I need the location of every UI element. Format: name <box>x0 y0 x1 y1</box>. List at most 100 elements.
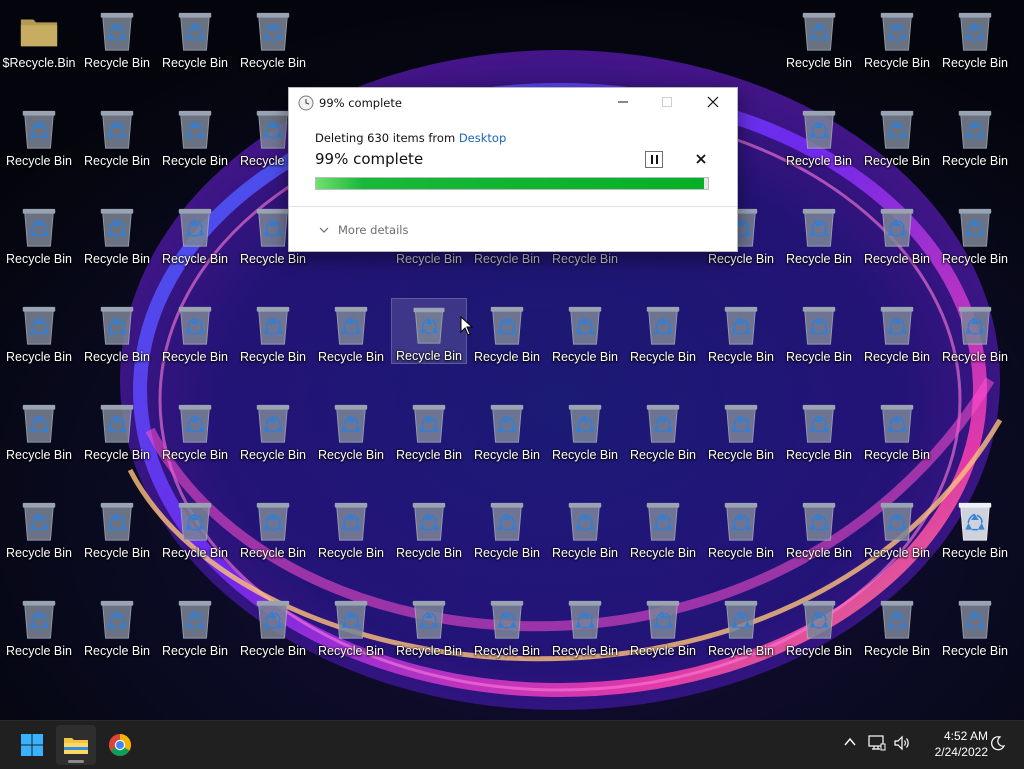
desktop-icon-recycle-bin[interactable]: Recycle Bin <box>1 200 77 266</box>
desktop-icon-recycle-bin[interactable]: Recycle Bin <box>1 396 77 462</box>
desktop-icon-recycle-bin[interactable]: Recycle Bin <box>937 494 1013 560</box>
chevron-up-icon[interactable] <box>843 735 857 749</box>
desktop-icon-recycle-bin[interactable]: Recycle Bin <box>937 592 1013 658</box>
desktop-icon-label: Recycle Bin <box>162 56 228 70</box>
more-details-toggle[interactable]: More details <box>319 223 408 237</box>
desktop-icon-recycle-bin[interactable]: Recycle Bin <box>859 298 935 364</box>
desktop-icon-recycle-bin[interactable]: Recycle Bin <box>625 592 701 658</box>
desktop-icon-recycle-bin[interactable]: Recycle Bin <box>235 592 311 658</box>
desktop-icon-recycle-bin[interactable]: Recycle Bin <box>391 298 467 364</box>
desktop-icon-recycle-bin[interactable]: Recycle Bin <box>313 396 389 462</box>
desktop-icon-recycle-bin[interactable]: Recycle Bin <box>235 298 311 364</box>
desktop-icon-recycle-bin[interactable]: Recycle Bin <box>1 298 77 364</box>
desktop-icon-recycle-bin[interactable]: Recycle Bin <box>781 494 857 560</box>
desktop-icon-recycle-bin[interactable]: Recycle Bin <box>313 298 389 364</box>
cancel-operation-button[interactable] <box>692 150 710 168</box>
desktop-icon-recycle-bin[interactable]: Recycle Bin <box>157 396 233 462</box>
desktop-icon-recycle-bin[interactable]: Recycle Bin <box>313 494 389 560</box>
desktop-icon-recycle-bin[interactable]: Recycle Bin <box>937 102 1013 168</box>
desktop-icon-recycle-bin[interactable]: Recycle Bin <box>547 298 623 364</box>
desktop-icon-recycle-bin[interactable]: Recycle Bin <box>625 396 701 462</box>
desktop-icon-recycle-bin[interactable]: Recycle Bin <box>547 592 623 658</box>
desktop-icon-recycle-bin[interactable]: Recycle Bin <box>79 592 155 658</box>
recycle-bin-icon <box>100 306 134 345</box>
recycle-bin-icon <box>178 502 212 541</box>
desktop-icon-recycle-bin[interactable]: Recycle Bin <box>157 102 233 168</box>
desktop-icon-recycle-bin[interactable]: Recycle Bin <box>1 592 77 658</box>
desktop-icon-label: Recycle Bin <box>396 252 462 266</box>
desktop-icon-recycle-bin[interactable]: Recycle Bin <box>235 494 311 560</box>
desktop-icon-recycle-bin[interactable]: Recycle Bin <box>79 200 155 266</box>
desktop-icon-recycle-bin[interactable]: Recycle Bin <box>781 4 857 70</box>
desktop-icon-recycle-bin[interactable]: Recycle Bin <box>79 102 155 168</box>
desktop-icon-label: Recycle Bin <box>708 546 774 560</box>
desktop-icon-recycle-bin[interactable]: Recycle Bin <box>781 396 857 462</box>
desktop-icon-recycle-bin[interactable]: Recycle Bin <box>547 396 623 462</box>
desktop-icon-recycle-bin[interactable]: Recycle Bin <box>703 494 779 560</box>
desktop-icon-recycle-bin[interactable]: Recycle Bin <box>937 298 1013 364</box>
desktop-icon-recycle-bin[interactable]: Recycle Bin <box>79 4 155 70</box>
desktop-icon-recycle-bin[interactable]: Recycle Bin <box>157 4 233 70</box>
maximize-button[interactable] <box>645 88 689 116</box>
desktop-icon-recycle-bin[interactable]: Recycle Bin <box>79 298 155 364</box>
network-icon[interactable] <box>868 735 886 751</box>
desktop-icon-recycle-bin[interactable]: Recycle Bin <box>235 4 311 70</box>
desktop-icon-recycle-bin[interactable]: Recycle Bin <box>781 102 857 168</box>
close-button[interactable] <box>691 88 735 116</box>
desktop-icon-recycle-bin[interactable]: Recycle Bin <box>313 592 389 658</box>
desktop-icon-recycle-bin[interactable]: Recycle Bin <box>157 298 233 364</box>
desktop-icon-recycle-bin[interactable]: Recycle Bin <box>391 592 467 658</box>
desktop-icon-recycle-bin[interactable]: Recycle Bin <box>235 396 311 462</box>
desktop-icon-recycle-bin[interactable]: Recycle Bin <box>703 298 779 364</box>
desktop-icon-label: Recycle Bin <box>84 56 150 70</box>
desktop-icon-recycle-bin[interactable]: Recycle Bin <box>781 592 857 658</box>
desktop-icon-recycle-bin[interactable]: Recycle Bin <box>859 494 935 560</box>
desktop-icon-recycle-bin[interactable]: Recycle Bin <box>859 102 935 168</box>
minimize-button[interactable] <box>601 88 645 116</box>
desktop-icon-recycle-bin[interactable]: Recycle Bin <box>1 494 77 560</box>
file-explorer-taskbar-button[interactable] <box>56 725 96 765</box>
desktop-icon-recycle-bin[interactable]: Recycle Bin <box>781 200 857 266</box>
desktop-icon-recycle-bin[interactable]: Recycle Bin <box>703 396 779 462</box>
desktop-icon-label: Recycle Bin <box>162 448 228 462</box>
desktop-icon-recycle-bin[interactable]: Recycle Bin <box>79 494 155 560</box>
recycle-bin-icon <box>334 306 368 345</box>
start-button[interactable] <box>12 725 52 765</box>
desktop-icon-recycle-bin[interactable]: Recycle Bin <box>79 396 155 462</box>
recycle-bin-icon <box>490 502 524 541</box>
desktop-icon-recycle-bin[interactable]: Recycle Bin <box>625 298 701 364</box>
desktop-icon-recycle-bin[interactable]: Recycle Bin <box>391 494 467 560</box>
desktop-icon-recycle-bin[interactable]: Recycle Bin <box>157 200 233 266</box>
desktop-icon-recycle-bin[interactable]: Recycle Bin <box>157 494 233 560</box>
desktop-icon-recycle-bin[interactable]: Recycle Bin <box>859 592 935 658</box>
desktop-icon-recycle-bin[interactable]: Recycle Bin <box>625 494 701 560</box>
desktop-icon-recycle-bin[interactable]: Recycle Bin <box>469 494 545 560</box>
system-clock[interactable]: 4:52 AM 2/24/2022 <box>918 728 988 760</box>
desktop-icon-recycle-bin[interactable]: Recycle Bin <box>937 200 1013 266</box>
desktop-icon-recycle-bin[interactable]: Recycle Bin <box>157 592 233 658</box>
chrome-taskbar-button[interactable] <box>100 725 140 765</box>
desktop-icon-recycle-bin[interactable]: Recycle Bin <box>703 592 779 658</box>
desktop-icon-recycle-bin[interactable]: Recycle Bin <box>469 298 545 364</box>
desktop-icon-recycle-bin[interactable]: Recycle Bin <box>469 592 545 658</box>
desktop-icon-label: Recycle Bin <box>84 546 150 560</box>
desktop-icon-recycle-bin[interactable]: Recycle Bin <box>859 396 935 462</box>
destination-link[interactable]: Desktop <box>459 131 506 145</box>
desktop-icon-recycle-bin[interactable]: Recycle Bin <box>859 200 935 266</box>
notification-moon-icon[interactable] <box>990 735 1006 751</box>
volume-icon[interactable] <box>893 735 911 751</box>
desktop-icon-recycle-bin[interactable]: Recycle Bin <box>391 396 467 462</box>
desktop-icon-label: Recycle Bin <box>6 644 72 658</box>
desktop-icon-recycle-bin[interactable]: Recycle Bin <box>469 396 545 462</box>
desktop-icon-label: Recycle Bin <box>474 644 540 658</box>
desktop-icon-recycle-bin[interactable]: Recycle Bin <box>937 4 1013 70</box>
desktop-icon-recycle-bin[interactable]: Recycle Bin <box>859 4 935 70</box>
desktop-icon-recycle-bin[interactable]: Recycle Bin <box>1 102 77 168</box>
desktop-icon-recycle-bin[interactable]: Recycle Bin <box>547 494 623 560</box>
desktop-icon-recycle-bin[interactable]: Recycle Bin <box>781 298 857 364</box>
recycle-bin-icon <box>100 502 134 541</box>
desktop-icon-label: Recycle Bin <box>6 154 72 168</box>
recycle-bin-icon <box>100 12 134 51</box>
desktop-folder-recycle-bin[interactable]: $Recycle.Bin <box>1 4 77 70</box>
pause-button[interactable] <box>645 151 663 168</box>
